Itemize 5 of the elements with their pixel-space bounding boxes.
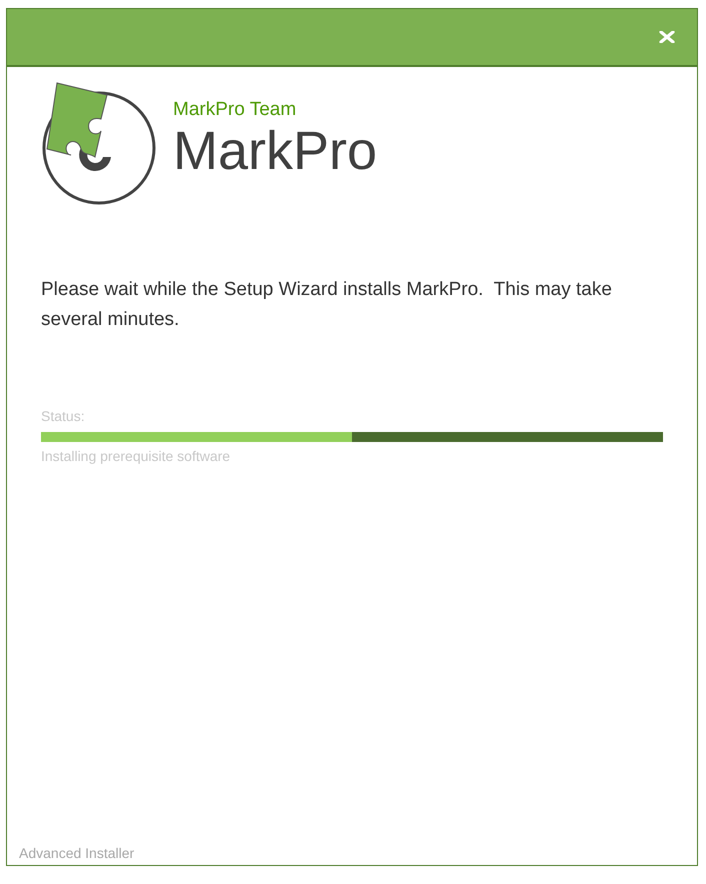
product-name: MarkPro [173,121,378,181]
publisher-name: MarkPro Team [173,99,298,121]
installer-brand: Advanced Installer [19,845,136,861]
close-icon [659,31,675,43]
wait-message: Please wait while the Setup Wizard installs MarkPro. This may take several minutes. [41,278,613,332]
